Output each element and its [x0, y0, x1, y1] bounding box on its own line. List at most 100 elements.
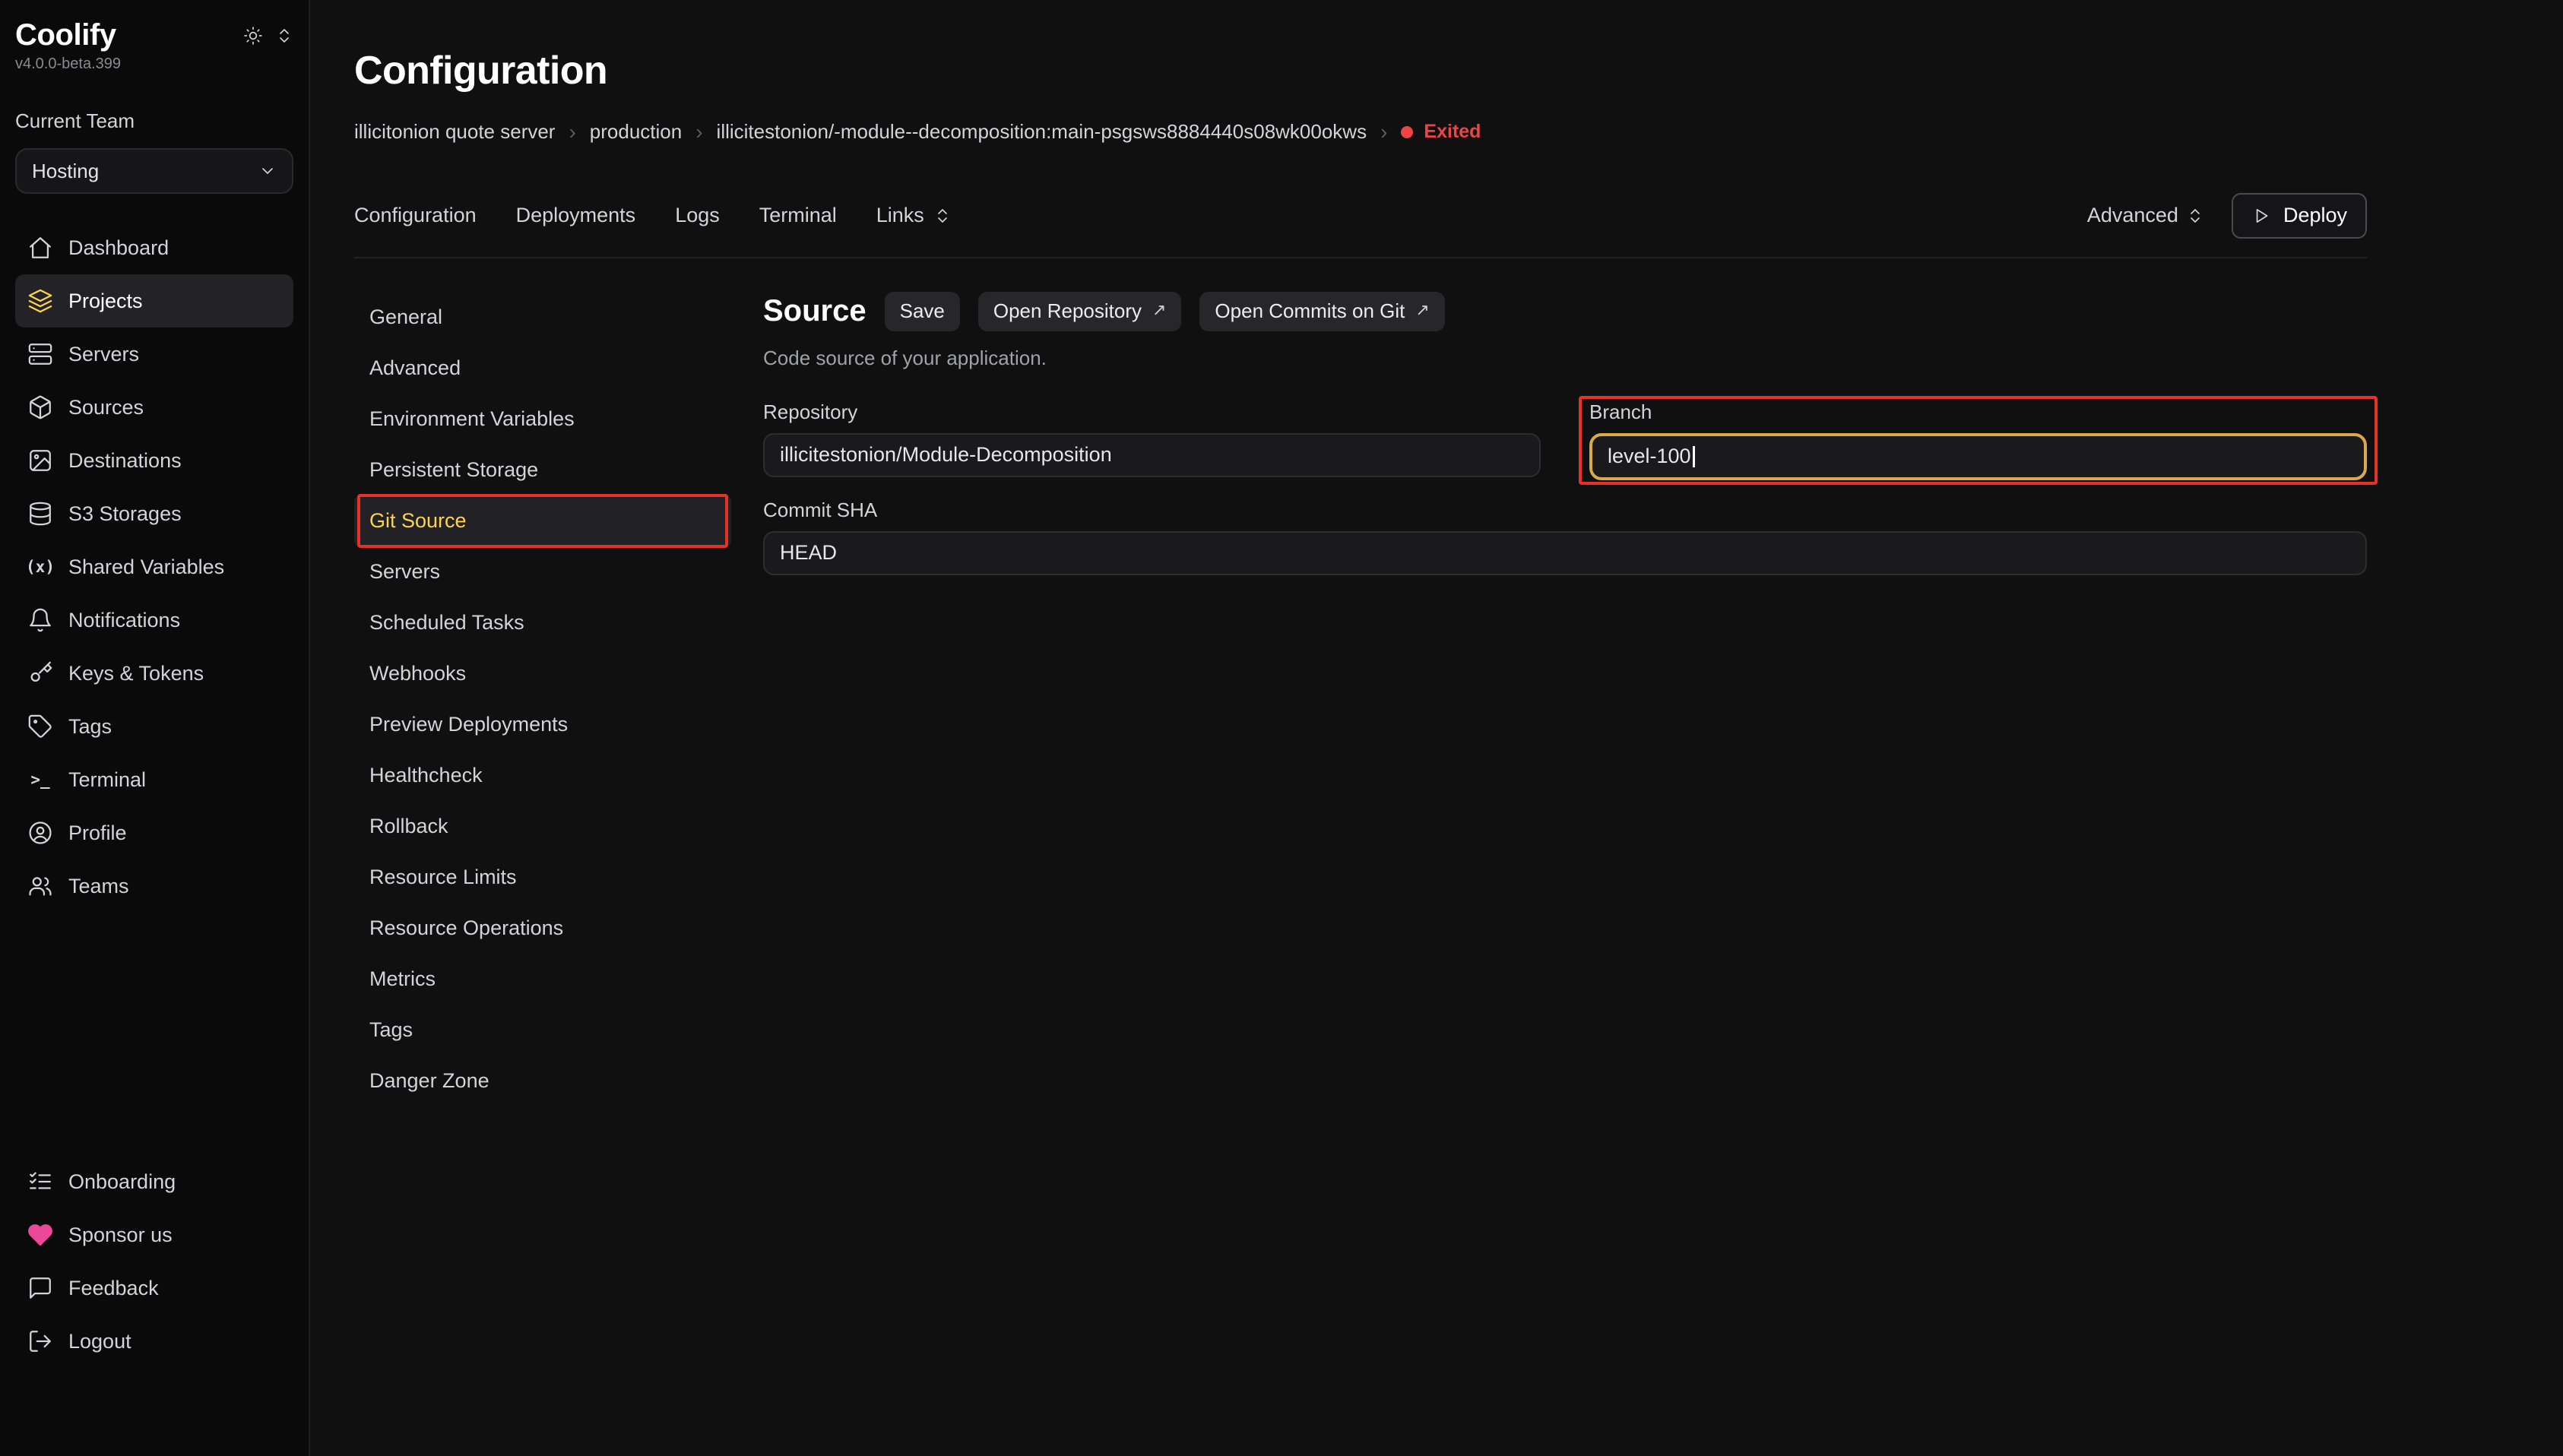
subnav-item-advanced[interactable]: Advanced — [354, 343, 731, 394]
sidebar-item-label: Sources — [68, 396, 144, 419]
sidebar-item-notifications[interactable]: Notifications — [15, 593, 293, 647]
external-link-icon: ↗ — [1415, 300, 1429, 320]
home-icon — [27, 235, 53, 261]
tab-links[interactable]: Links — [876, 204, 952, 227]
branch-input[interactable]: level-100 — [1589, 433, 2367, 480]
tab-deployments[interactable]: Deployments — [516, 204, 636, 227]
tab-terminal[interactable]: Terminal — [759, 204, 837, 227]
chevrons-up-down-icon — [2186, 207, 2204, 225]
subnav-item-general[interactable]: General — [354, 292, 731, 343]
subnav-item-danger-zone[interactable]: Danger Zone — [354, 1056, 731, 1106]
sidebar-item-label: Terminal — [68, 768, 146, 792]
status-dot-icon — [1401, 126, 1413, 138]
subnav-item-environment-variables[interactable]: Environment Variables — [354, 394, 731, 445]
subnav-item-preview-deployments[interactable]: Preview Deployments — [354, 699, 731, 750]
subnav-label: Danger Zone — [369, 1069, 489, 1093]
sidebar-item-servers[interactable]: Servers — [15, 328, 293, 381]
save-button[interactable]: Save — [885, 292, 960, 331]
subnav-item-git-source[interactable]: Git Source — [354, 495, 731, 546]
repository-value: illicitestonion/Module-Decomposition — [780, 443, 1112, 467]
tab-configuration[interactable]: Configuration — [354, 204, 477, 227]
subnav-label: Webhooks — [369, 662, 466, 685]
breadcrumb-environment[interactable]: production — [590, 120, 682, 144]
chevron-right-icon: › — [1380, 120, 1387, 144]
advanced-dropdown[interactable]: Advanced — [2087, 204, 2204, 227]
breadcrumb-project[interactable]: illicitonion quote server — [354, 120, 555, 144]
deploy-button[interactable]: Deploy — [2232, 193, 2367, 239]
divider — [354, 257, 2367, 258]
subnav-label: Metrics — [369, 967, 436, 991]
server-icon — [27, 341, 53, 367]
subnav-item-resource-limits[interactable]: Resource Limits — [354, 852, 731, 903]
subnav-item-healthcheck[interactable]: Healthcheck — [354, 750, 731, 801]
sidebar-item-label: Profile — [68, 821, 127, 845]
subnav-label: General — [369, 305, 442, 329]
repository-input[interactable]: illicitestonion/Module-Decomposition — [763, 433, 1541, 477]
layers-icon — [27, 288, 53, 314]
subnav-item-persistent-storage[interactable]: Persistent Storage — [354, 445, 731, 495]
teams-icon — [27, 873, 53, 899]
message-icon — [27, 1275, 53, 1301]
sidebar-item-dashboard[interactable]: Dashboard — [15, 221, 293, 274]
bell-icon — [27, 607, 53, 633]
text-cursor — [1693, 446, 1695, 467]
sidebar-item-terminal[interactable]: >_ Terminal — [15, 753, 293, 806]
commit-sha-value: HEAD — [780, 541, 837, 565]
app-logo[interactable]: Coolify — [15, 18, 116, 52]
open-repository-button[interactable]: Open Repository ↗ — [978, 292, 1182, 331]
panel-subtitle: Code source of your application. — [763, 347, 2367, 370]
git-source-panel: Source Save Open Repository ↗ Open Commi… — [731, 292, 2367, 575]
sidebar-item-profile[interactable]: Profile — [15, 806, 293, 859]
team-select[interactable]: Hosting — [15, 148, 293, 194]
theme-toggle-sun-icon[interactable] — [243, 26, 263, 46]
commit-sha-input[interactable]: HEAD — [763, 531, 2367, 575]
chevrons-up-down-icon[interactable] — [275, 27, 293, 45]
sidebar-item-teams[interactable]: Teams — [15, 859, 293, 913]
subnav-label: Persistent Storage — [369, 458, 538, 482]
sidebar-item-logout[interactable]: Logout — [15, 1315, 293, 1368]
sidebar-item-sources[interactable]: Sources — [15, 381, 293, 434]
sidebar-item-shared-variables[interactable]: (x) Shared Variables — [15, 540, 293, 593]
subnav-item-resource-operations[interactable]: Resource Operations — [354, 903, 731, 954]
sidebar-item-label: Teams — [68, 875, 129, 898]
heart-icon — [27, 1222, 53, 1248]
sidebar-footer: Onboarding Sponsor us Feedback Logout — [15, 1155, 293, 1368]
subnav-item-tags[interactable]: Tags — [354, 1005, 731, 1056]
destinations-icon — [27, 448, 53, 473]
breadcrumb-application[interactable]: illicitestonion/-module--decomposition:m… — [717, 120, 1367, 144]
save-label: Save — [900, 299, 945, 323]
subnav-item-webhooks[interactable]: Webhooks — [354, 648, 731, 699]
open-commits-button[interactable]: Open Commits on Git ↗ — [1199, 292, 1444, 331]
status-label: Exited — [1424, 121, 1481, 143]
subnav-label: Git Source — [369, 509, 467, 533]
variables-icon: (x) — [27, 554, 53, 580]
terminal-icon: >_ — [27, 767, 53, 793]
sidebar-item-label: Notifications — [68, 609, 180, 632]
sidebar-item-s3-storages[interactable]: S3 Storages — [15, 487, 293, 540]
sidebar-item-projects[interactable]: Projects — [15, 274, 293, 328]
sidebar-item-label: Shared Variables — [68, 555, 224, 579]
sidebar-item-tags[interactable]: Tags — [15, 700, 293, 753]
subnav-label: Tags — [369, 1018, 413, 1042]
sources-icon — [27, 394, 53, 420]
chevron-right-icon: › — [569, 120, 575, 144]
sidebar-item-label: Logout — [68, 1330, 131, 1353]
sidebar-item-keys-tokens[interactable]: Keys & Tokens — [15, 647, 293, 700]
subnav-label: Resource Limits — [369, 866, 517, 889]
subnav-item-metrics[interactable]: Metrics — [354, 954, 731, 1005]
subnav-item-scheduled-tasks[interactable]: Scheduled Tasks — [354, 597, 731, 648]
subnav-label: Advanced — [369, 356, 461, 380]
subnav-item-rollback[interactable]: Rollback — [354, 801, 731, 852]
tab-logs[interactable]: Logs — [675, 204, 720, 227]
coolify-app: Coolify v4.0.0-beta.399 Current Team Hos… — [0, 0, 2563, 1456]
sidebar-item-feedback[interactable]: Feedback — [15, 1261, 293, 1315]
sidebar-item-label: Projects — [68, 290, 143, 313]
subnav-label: Rollback — [369, 815, 448, 838]
subnav-item-servers[interactable]: Servers — [354, 546, 731, 597]
sidebar-item-onboarding[interactable]: Onboarding — [15, 1155, 293, 1208]
sidebar-item-destinations[interactable]: Destinations — [15, 434, 293, 487]
branch-value: level-100 — [1608, 445, 1691, 468]
external-link-icon: ↗ — [1152, 300, 1166, 320]
sidebar-item-sponsor[interactable]: Sponsor us — [15, 1208, 293, 1261]
commit-sha-label: Commit SHA — [763, 499, 2367, 522]
